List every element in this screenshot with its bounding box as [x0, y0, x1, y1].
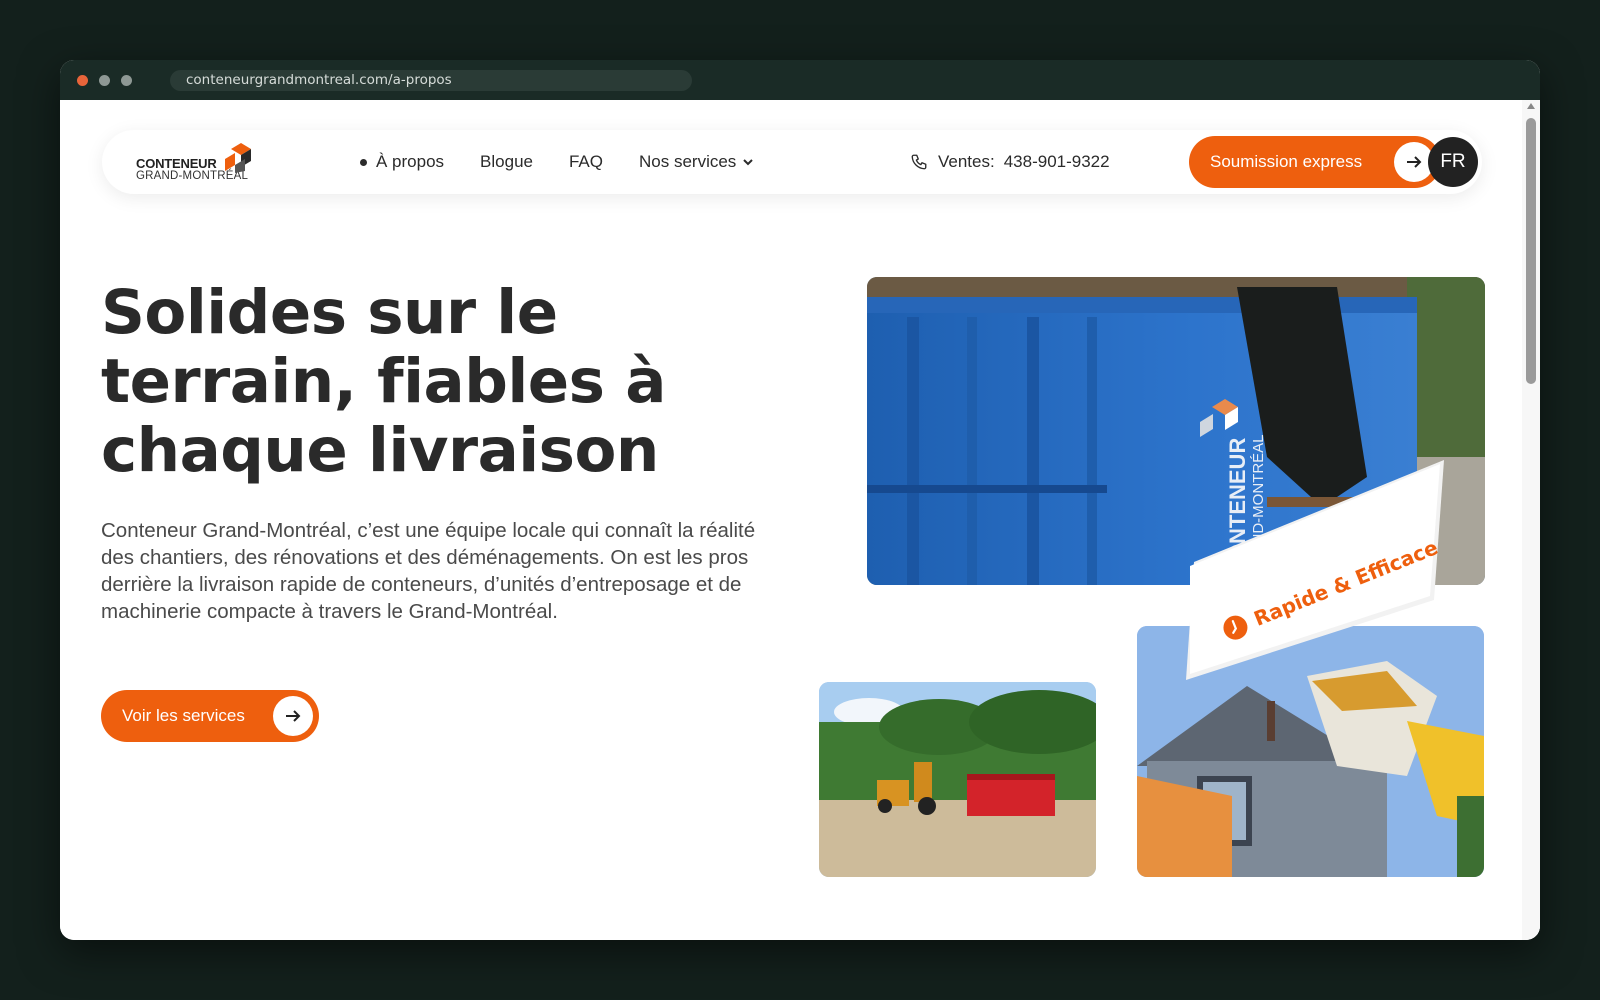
main-navigation: À propos Blogue FAQ Nos services	[360, 130, 790, 194]
hero-title: Solides sur le terrain, fiables à chaque…	[101, 277, 666, 486]
arrow-circle	[273, 696, 313, 736]
logo-mark-icon	[225, 143, 251, 173]
rapid-efficient-ribbon: Rapide & Efficace	[1186, 460, 1444, 680]
construction-site-photo	[819, 682, 1096, 877]
construction-site-illustration	[819, 682, 1096, 877]
phone-icon	[911, 154, 927, 170]
phone-label: Ventes:	[938, 152, 995, 171]
nav-item-label: Nos services	[639, 152, 737, 171]
arrow-right-icon	[286, 710, 301, 722]
page-scrollbar[interactable]	[1522, 100, 1540, 940]
nav-item-faq[interactable]: FAQ	[569, 152, 603, 172]
scrollbar-thumb[interactable]	[1526, 118, 1536, 384]
quote-button-label: Soumission express	[1210, 152, 1363, 171]
hero-description: Conteneur Grand-Montréal, c’est une équi…	[101, 519, 756, 623]
site-header: CONTENEUR GRAND-MONTRÉAL À propos Blogue	[102, 130, 1482, 194]
view-services-label: Voir les services	[122, 706, 245, 725]
nav-item-blogue[interactable]: Blogue	[480, 152, 533, 172]
arrow-right-icon	[1407, 156, 1422, 168]
language-switcher[interactable]: FR	[1428, 137, 1478, 187]
maximize-window-button[interactable]	[121, 75, 132, 86]
logo-text-line1: CONTENEUR	[136, 156, 217, 171]
close-window-button[interactable]	[77, 75, 88, 86]
phone-number: 438-901-9322	[1003, 152, 1110, 171]
nav-item-a-propos[interactable]: À propos	[360, 152, 444, 172]
view-services-button[interactable]: Voir les services	[101, 690, 319, 742]
nav-item-label: À propos	[376, 152, 445, 171]
nav-item-label: FAQ	[568, 152, 603, 171]
page-viewport: CONTENEUR GRAND-MONTRÉAL À propos Blogue	[60, 100, 1540, 940]
quote-button[interactable]: Soumission express	[1189, 136, 1441, 188]
minimize-window-button[interactable]	[99, 75, 110, 86]
address-bar[interactable]: conteneurgrandmontreal.com/a-propos	[170, 70, 692, 91]
nav-item-label: Blogue	[480, 152, 533, 171]
scroll-up-icon[interactable]	[1527, 103, 1535, 109]
sales-phone-link[interactable]: Ventes: 438-901-9322	[910, 130, 1110, 194]
browser-window: conteneurgrandmontreal.com/a-propos CONT…	[60, 60, 1540, 940]
nav-item-nos-services[interactable]: Nos services	[639, 152, 754, 172]
site-logo[interactable]: CONTENEUR GRAND-MONTRÉAL	[136, 141, 261, 185]
browser-titlebar: conteneurgrandmontreal.com/a-propos	[60, 60, 1540, 100]
active-indicator	[360, 158, 367, 166]
chevron-down-icon	[743, 159, 754, 166]
